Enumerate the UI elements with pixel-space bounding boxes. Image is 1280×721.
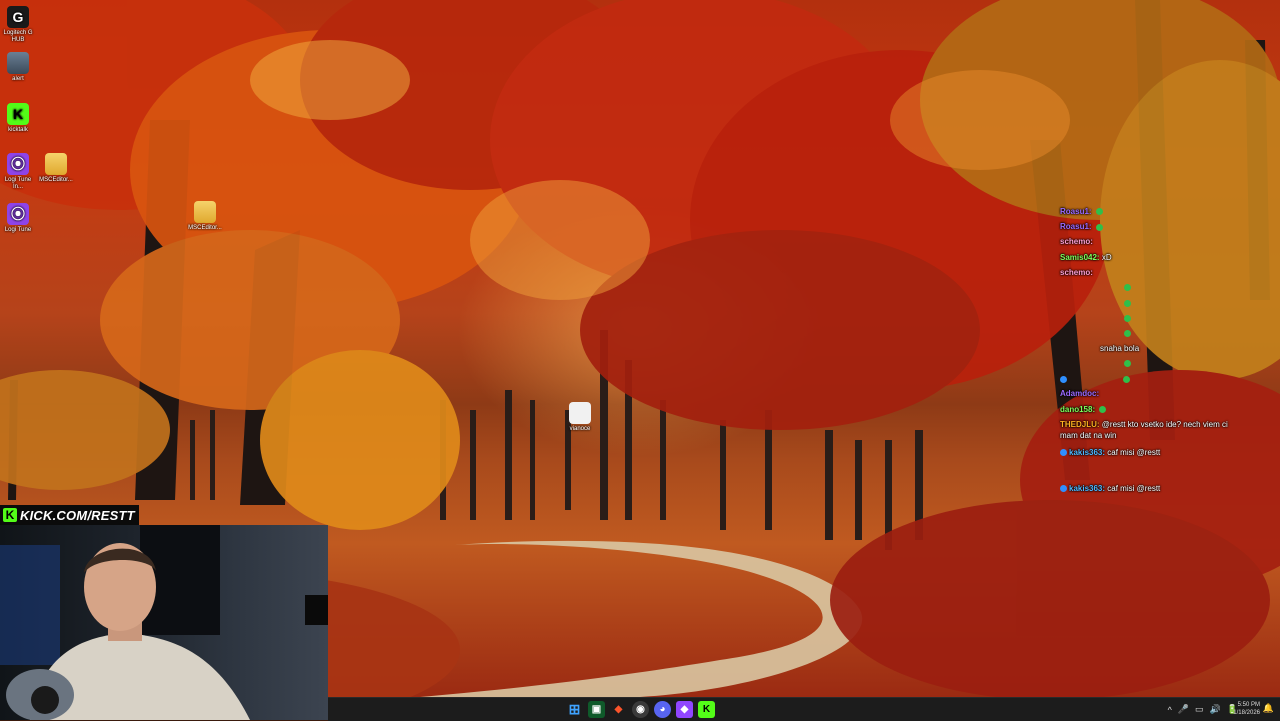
chat-message: [1060, 326, 1230, 341]
chat-message: THEDJLU: @restt kto vsetko ide? nech vie…: [1060, 419, 1228, 440]
chat-message: [1060, 295, 1230, 310]
stream-chat-overlay: Roasu1: Roasu1: schemo: Samis042: xD sch…: [1060, 204, 1230, 496]
taskbar-discord-icon[interactable]: ◕: [654, 701, 671, 718]
taskbar-terminal-icon[interactable]: ▣: [588, 701, 605, 718]
kick-channel-url: KICK.COM/RESTT: [20, 507, 135, 523]
desktop-icon-label: Logitech G HUB: [3, 30, 33, 43]
desktop-icon-msceditor-1[interactable]: MSCEditor...: [39, 153, 73, 184]
taskbar-obs-icon[interactable]: ◉: [632, 701, 649, 718]
subscriber-badge-icon: [1095, 208, 1103, 216]
subscriber-badge-icon: [1123, 375, 1131, 383]
taskbar-brave-icon[interactable]: ◆: [610, 701, 627, 718]
subscriber-badge-icon: [1124, 314, 1131, 322]
desktop-icon-alert[interactable]: alert: [1, 52, 35, 83]
subscriber-badge-icon: [1124, 284, 1131, 292]
verified-badge-icon: [1060, 485, 1067, 493]
chat-message: dano158:: [1060, 402, 1230, 417]
clock-time: 5:50 PM: [1237, 702, 1260, 708]
chat-message: [1060, 310, 1230, 325]
taskbar-clock[interactable]: 5:50 PM 1/18/2026: [1233, 701, 1260, 717]
start-menu-button[interactable]: ⊞: [566, 701, 583, 718]
alert-file-icon: [7, 52, 29, 74]
chat-message: schemo:: [1060, 267, 1093, 277]
folder-icon: [45, 153, 67, 175]
chat-message: [1060, 280, 1230, 295]
desktop-icon-vianoce[interactable]: vianoce: [563, 402, 597, 433]
subscriber-badge-icon: [1124, 299, 1131, 307]
webcam-feed: [0, 525, 328, 720]
kick-logo-icon: K: [7, 103, 29, 125]
chat-message: Adamdoc:: [1060, 389, 1100, 399]
chat-message: snaha bola: [1100, 343, 1140, 353]
subscriber-badge-icon: [1124, 330, 1131, 338]
show-hidden-icons-chevron-icon[interactable]: ^: [1168, 705, 1172, 715]
desktop-icon-msceditor-2[interactable]: MSCEditor...: [188, 201, 222, 232]
logitech-g-icon: G: [7, 6, 29, 28]
kick-channel-label: K KICK.COM/RESTT: [0, 505, 139, 525]
clock-date: 1/18/2026: [1233, 710, 1260, 716]
logi-tune-icon: ⦿: [7, 203, 29, 225]
folder-icon: [194, 201, 216, 223]
chat-message: Roasu1:: [1060, 219, 1230, 234]
verified-badge-icon: [1060, 375, 1067, 383]
desktop-icon-label: MSCEditor...: [188, 225, 222, 231]
subscriber-badge-icon: [1095, 223, 1103, 231]
system-tray: ^ 🎤 ▭ 🔊 🔋: [1168, 701, 1238, 718]
desktop-icon-label: alert: [12, 76, 24, 82]
desktop-icon-label: vianoce: [569, 426, 591, 432]
kick-logo-icon: K: [3, 508, 17, 522]
desktop-icon-kicktalk[interactable]: K kicktalk: [1, 103, 35, 134]
logi-tune-icon: ⦿: [7, 153, 29, 175]
desktop-icon-label: kicktalk: [8, 127, 28, 133]
text-file-icon: [569, 402, 591, 424]
microphone-icon[interactable]: 🎤: [1178, 704, 1189, 715]
notification-bell-icon[interactable]: 🔔: [1263, 703, 1274, 714]
volume-icon[interactable]: 🔊: [1210, 704, 1221, 715]
taskbar-kick-icon[interactable]: K: [698, 701, 715, 718]
subscriber-badge-icon: [1099, 406, 1107, 414]
verified-badge-icon: [1060, 449, 1067, 457]
chat-message: kakis363: caf misi @restt: [1060, 481, 1230, 496]
taskbar-app-list: ⊞ ▣ ◆ ◉ ◕ ◆ K: [566, 701, 715, 718]
chat-message: Roasu1:: [1060, 204, 1230, 219]
desktop-icon-logi-tune[interactable]: ⦿ Logi Tune: [1, 203, 35, 234]
chat-message: [1060, 371, 1230, 386]
chat-message: [1060, 356, 1230, 371]
desktop-icon-logitech-ghub[interactable]: G Logitech G HUB: [1, 6, 35, 44]
network-icon[interactable]: ▭: [1195, 704, 1204, 715]
chat-message: kakis363: caf misi @restt: [1060, 445, 1230, 460]
windows-taskbar: ⊞ ▣ ◆ ◉ ◕ ◆ K ^ 🎤 ▭ 🔊 🔋 5:50 PM 1/18/202…: [328, 697, 1280, 721]
desktop-icon-logi-tune-installer[interactable]: ⦿ Logi Tune In...: [1, 153, 35, 191]
desktop-icon-label: MSCEditor...: [39, 177, 73, 183]
chat-message: Samis042: xD: [1060, 252, 1112, 262]
desktop-icon-label: Logi Tune: [4, 227, 32, 233]
subscriber-badge-icon: [1124, 360, 1131, 368]
chat-message: schemo:: [1060, 237, 1093, 247]
taskbar-twitch-icon[interactable]: ◆: [676, 701, 693, 718]
desktop-icon-label: Logi Tune In...: [4, 177, 32, 190]
